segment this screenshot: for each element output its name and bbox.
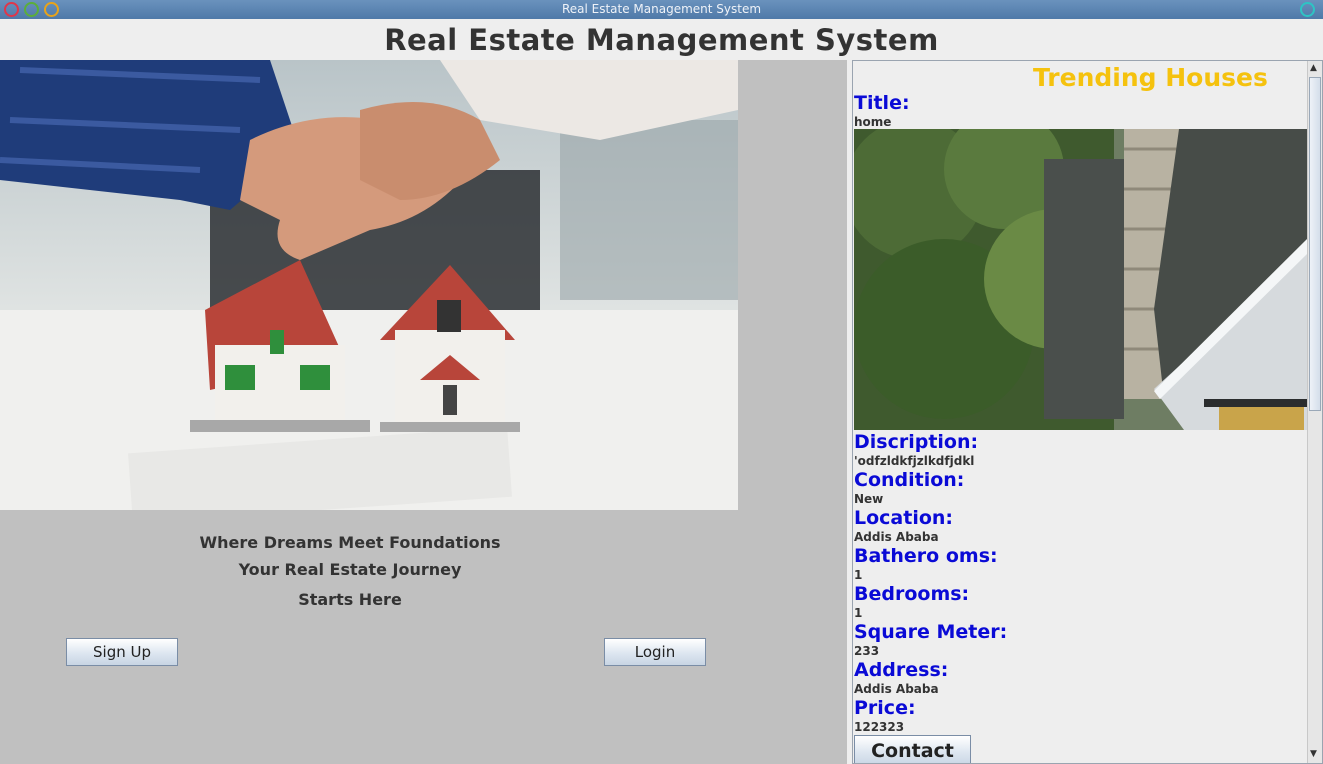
vertical-scrollbar[interactable]: ▲ ▼ — [1307, 61, 1322, 763]
window-titlebar: Real Estate Management System — [0, 0, 1323, 19]
minimize-icon[interactable] — [24, 2, 39, 17]
scroll-down-icon[interactable]: ▼ — [1310, 749, 1317, 759]
square-meter-label: Square Meter: — [854, 621, 1008, 643]
scrollbar-thumb[interactable] — [1309, 77, 1321, 411]
sign-up-button[interactable]: Sign Up — [66, 638, 178, 666]
bedrooms-value: 1 — [854, 606, 863, 620]
tagline-line-1: Where Dreams Meet Foundations — [199, 533, 501, 552]
restore-icon[interactable] — [1300, 2, 1315, 17]
contact-button[interactable]: Contact — [854, 735, 971, 763]
close-icon[interactable] — [4, 2, 19, 17]
handshake-houses-image — [0, 60, 738, 510]
condition-label: Condition: — [854, 469, 965, 491]
title-value: home — [854, 115, 892, 129]
window-title: Real Estate Management System — [561, 2, 762, 16]
bedrooms-label: Bedrooms: — [854, 583, 970, 605]
trending-heading: Trending Houses — [1033, 63, 1268, 92]
welcome-panel: Where Dreams Meet Foundations Your Real … — [0, 60, 847, 764]
location-label: Location: — [854, 507, 954, 529]
condition-value: New — [854, 492, 884, 506]
description-label: Discription: — [854, 431, 979, 453]
description-value: 'odfzldkfjzlkdfjdkl — [854, 454, 975, 468]
scroll-up-icon[interactable]: ▲ — [1310, 63, 1317, 73]
tagline-line-2: Your Real Estate Journey — [238, 560, 462, 579]
app-heading: Real Estate Management System — [384, 23, 939, 57]
trending-panel: Trending Houses Title: home Discription:… — [852, 60, 1323, 764]
bathrooms-label: Bathero oms: — [854, 545, 998, 567]
login-button[interactable]: Login — [604, 638, 706, 666]
maximize-icon[interactable] — [44, 2, 59, 17]
location-value: Addis Ababa — [854, 530, 939, 544]
price-label: Price: — [854, 697, 916, 719]
address-label: Address: — [854, 659, 949, 681]
house-photo — [854, 129, 1307, 430]
bathrooms-value: 1 — [854, 568, 863, 582]
price-value: 122323 — [854, 720, 905, 734]
tagline-line-3: Starts Here — [298, 590, 402, 609]
title-label: Title: — [854, 92, 910, 114]
address-value: Addis Ababa — [854, 682, 939, 696]
square-meter-value: 233 — [854, 644, 880, 658]
